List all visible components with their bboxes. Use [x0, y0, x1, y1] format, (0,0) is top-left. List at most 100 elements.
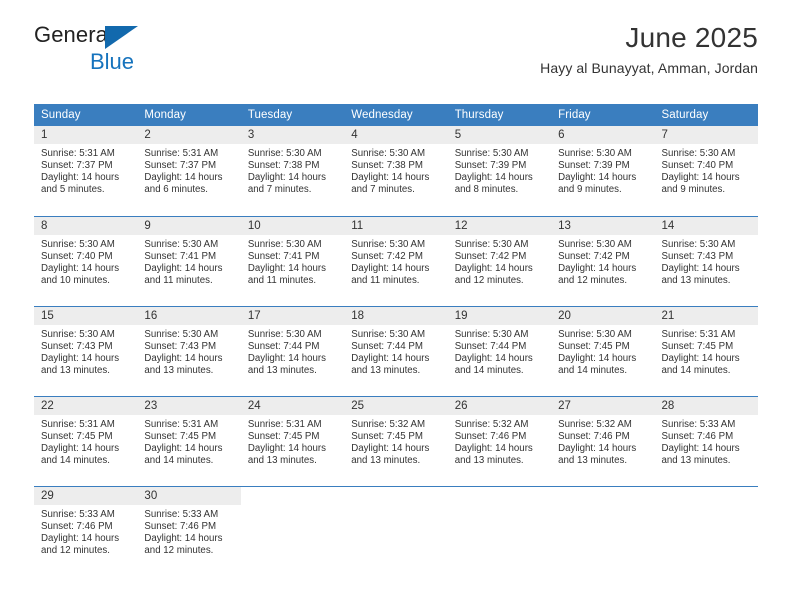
day-cell-content: 19 Sunrise: 5:30 AM Sunset: 7:44 PM Dayligh…	[447, 306, 552, 396]
calendar-day-cell[interactable]: 11 Sunrise: 5:30 AM Sunset: 7:42 PM Dayligh…	[344, 215, 448, 306]
sunrise-time: Sunrise: 5:32 AM	[454, 418, 529, 430]
daylight-duration-line2: and 13 minutes.	[351, 364, 421, 376]
calendar-day-cell[interactable]: 23 Sunrise: 5:31 AM Sunset: 7:45 PM Dayligh…	[137, 395, 241, 486]
calendar-day-cell[interactable]: 2 Sunrise: 5:31 AM Sunset: 7:37 PM Daylight…	[137, 126, 241, 216]
page-header: General Blue June 2025 Hayy al Bunayyat,…	[34, 0, 758, 76]
day-sun-info: Sunrise: 5:30 AM Sunset: 7:39 PM Daylight:…	[551, 144, 654, 196]
calendar-day-cell[interactable]: 18 Sunrise: 5:30 AM Sunset: 7:44 PM Dayligh…	[344, 305, 448, 396]
daylight-duration-line2: and 13 minutes.	[661, 454, 731, 466]
sunrise-time: Sunrise: 5:31 AM	[144, 148, 219, 159]
day-sun-info: Sunrise: 5:30 AM Sunset: 7:44 PM Daylight:…	[241, 325, 344, 377]
day-sun-info: Sunrise: 5:32 AM Sunset: 7:46 PM Daylight:…	[448, 415, 551, 467]
calendar-day-cell[interactable]: 15 Sunrise: 5:30 AM Sunset: 7:43 PM Dayligh…	[34, 305, 138, 396]
sunset-time: Sunset: 7:43 PM	[41, 340, 113, 352]
calendar-day-cell[interactable]: 21 Sunrise: 5:31 AM Sunset: 7:45 PM Dayligh…	[654, 305, 758, 396]
sunrise-time: Sunrise: 5:30 AM	[454, 148, 529, 159]
daylight-duration-line2: and 13 minutes.	[144, 364, 214, 376]
daylight-duration-line1: Daylight: 14 hours	[558, 262, 637, 274]
day-cell-content: 21 Sunrise: 5:31 AM Sunset: 7:45 PM Dayligh…	[654, 306, 758, 396]
sunset-time: Sunset: 7:38 PM	[351, 160, 423, 172]
day-number: 20	[551, 306, 655, 325]
calendar-day-cell[interactable]: 17 Sunrise: 5:30 AM Sunset: 7:44 PM Dayligh…	[240, 305, 345, 396]
day-sun-info	[551, 505, 654, 509]
calendar-day-cell[interactable]: 4 Sunrise: 5:30 AM Sunset: 7:38 PM Daylight…	[344, 126, 448, 216]
day-sun-info	[655, 505, 758, 509]
calendar-day-cell[interactable]: 27 Sunrise: 5:32 AM Sunset: 7:46 PM Dayligh…	[551, 395, 655, 486]
calendar-day-cell[interactable]: 14 Sunrise: 5:30 AM Sunset: 7:43 PM Dayligh…	[654, 215, 758, 306]
month-calendar-table: Sunday Monday Tuesday Wednesday Thursday…	[34, 104, 758, 576]
sunrise-time: Sunrise: 5:30 AM	[351, 328, 426, 340]
day-number: 22	[34, 396, 138, 415]
sunrise-time: Sunrise: 5:30 AM	[41, 238, 115, 250]
day-number: 26	[447, 396, 552, 415]
calendar-day-cell[interactable]: 19 Sunrise: 5:30 AM Sunset: 7:44 PM Dayligh…	[447, 305, 552, 396]
calendar-day-cell[interactable]: 3 Sunrise: 5:30 AM Sunset: 7:38 PM Daylight…	[240, 126, 345, 216]
daylight-duration-line1: Daylight: 14 hours	[144, 262, 223, 274]
day-cell-content: 23 Sunrise: 5:31 AM Sunset: 7:45 PM Dayligh…	[137, 396, 241, 486]
daylight-duration-line1: Daylight: 14 hours	[454, 352, 533, 364]
sunset-time: Sunset: 7:41 PM	[144, 250, 217, 262]
day-number: 6	[551, 126, 655, 144]
sunset-time: Sunset: 7:44 PM	[351, 340, 423, 352]
generalblue-logo[interactable]: General Blue	[34, 24, 264, 80]
calendar-day-cell[interactable]: 1 Sunrise: 5:31 AM Sunset: 7:37 PM Daylight…	[34, 126, 138, 216]
calendar-day-cell[interactable]: 5 Sunrise: 5:30 AM Sunset: 7:39 PM Daylight…	[447, 126, 552, 216]
sunrise-time: Sunrise: 5:33 AM	[661, 418, 736, 430]
day-cell-content: 6 Sunrise: 5:30 AM Sunset: 7:39 PM Daylight…	[551, 126, 655, 216]
calendar-day-cell[interactable]	[551, 485, 655, 576]
day-sun-info: Sunrise: 5:30 AM Sunset: 7:38 PM Daylight:…	[241, 144, 344, 196]
daylight-duration-line2: and 9 minutes.	[558, 184, 622, 196]
sunrise-time: Sunrise: 5:31 AM	[661, 328, 736, 340]
sunrise-time: Sunrise: 5:31 AM	[144, 418, 219, 430]
calendar-day-cell[interactable]: 12 Sunrise: 5:30 AM Sunset: 7:42 PM Dayligh…	[447, 215, 552, 306]
calendar-day-cell[interactable]: 13 Sunrise: 5:30 AM Sunset: 7:42 PM Dayligh…	[551, 215, 655, 306]
day-number	[655, 487, 758, 505]
calendar-day-cell[interactable]: 7 Sunrise: 5:30 AM Sunset: 7:40 PM Daylight…	[654, 126, 758, 216]
sunset-time: Sunset: 7:43 PM	[144, 340, 217, 352]
calendar-day-cell[interactable]	[654, 485, 758, 577]
day-sun-info: Sunrise: 5:33 AM Sunset: 7:46 PM Daylight:…	[137, 505, 240, 557]
calendar-day-cell[interactable]: 30 Sunrise: 5:33 AM Sunset: 7:46 PM Dayligh…	[137, 485, 241, 576]
day-sun-info: Sunrise: 5:30 AM Sunset: 7:42 PM Daylight:…	[551, 235, 654, 287]
calendar-day-cell[interactable]: 26 Sunrise: 5:32 AM Sunset: 7:46 PM Dayligh…	[447, 395, 552, 486]
day-number: 1	[34, 126, 138, 144]
daylight-duration-line1: Daylight: 14 hours	[351, 262, 430, 274]
calendar-day-cell[interactable]	[344, 485, 448, 576]
day-sun-info: Sunrise: 5:30 AM Sunset: 7:42 PM Daylight:…	[448, 235, 551, 287]
calendar-day-cell[interactable]: 28 Sunrise: 5:33 AM Sunset: 7:46 PM Dayligh…	[654, 395, 758, 486]
day-cell-content: 29 Sunrise: 5:33 AM Sunset: 7:46 PM Dayligh…	[34, 486, 138, 577]
daylight-duration-line2: and 13 minutes.	[454, 454, 524, 466]
day-number: 21	[654, 306, 758, 325]
calendar-day-cell[interactable]: 24 Sunrise: 5:31 AM Sunset: 7:45 PM Dayligh…	[240, 395, 345, 486]
calendar-day-cell[interactable]: 8 Sunrise: 5:30 AM Sunset: 7:40 PM Daylight…	[34, 215, 138, 306]
calendar-day-cell[interactable]: 9 Sunrise: 5:30 AM Sunset: 7:41 PM Daylight…	[137, 215, 241, 306]
calendar-day-cell[interactable]: 29 Sunrise: 5:33 AM Sunset: 7:46 PM Dayligh…	[34, 485, 138, 577]
daylight-duration-line2: and 14 minutes.	[144, 454, 214, 466]
daylight-duration-line1: Daylight: 14 hours	[558, 172, 637, 184]
day-sun-info: Sunrise: 5:30 AM Sunset: 7:45 PM Daylight:…	[551, 325, 654, 377]
calendar-day-cell[interactable]: 22 Sunrise: 5:31 AM Sunset: 7:45 PM Dayligh…	[34, 395, 138, 486]
calendar-day-cell[interactable]: 10 Sunrise: 5:30 AM Sunset: 7:41 PM Dayligh…	[240, 215, 345, 306]
weekday-header-saturday: Saturday	[654, 104, 758, 126]
daylight-duration-line2: and 8 minutes.	[454, 184, 519, 196]
daylight-duration-line1: Daylight: 14 hours	[661, 442, 740, 454]
sunset-time: Sunset: 7:40 PM	[41, 250, 113, 262]
sunrise-time: Sunrise: 5:30 AM	[351, 238, 426, 250]
day-cell-content: 27 Sunrise: 5:32 AM Sunset: 7:46 PM Dayligh…	[551, 396, 655, 486]
day-sun-info	[241, 505, 344, 509]
calendar-day-cell[interactable]: 16 Sunrise: 5:30 AM Sunset: 7:43 PM Dayligh…	[137, 305, 241, 396]
calendar-day-cell[interactable]: 25 Sunrise: 5:32 AM Sunset: 7:45 PM Dayligh…	[344, 395, 448, 486]
sunset-time: Sunset: 7:45 PM	[247, 430, 320, 442]
calendar-week-row: 1 Sunrise: 5:31 AM Sunset: 7:37 PM Daylight…	[34, 126, 758, 216]
day-number: 2	[137, 126, 241, 144]
day-cell-content: 1 Sunrise: 5:31 AM Sunset: 7:37 PM Daylight…	[34, 126, 138, 216]
day-sun-info: Sunrise: 5:30 AM Sunset: 7:44 PM Daylight:…	[344, 325, 447, 377]
calendar-day-cell[interactable]: 6 Sunrise: 5:30 AM Sunset: 7:39 PM Daylight…	[551, 126, 655, 216]
day-cell-content	[655, 487, 758, 577]
calendar-day-cell[interactable]	[240, 485, 345, 576]
daylight-duration-line1: Daylight: 14 hours	[558, 442, 637, 454]
calendar-day-cell[interactable]	[447, 485, 552, 576]
daylight-duration-line2: and 12 minutes.	[558, 274, 628, 286]
calendar-day-cell[interactable]: 20 Sunrise: 5:30 AM Sunset: 7:45 PM Dayligh…	[551, 305, 655, 396]
day-number: 27	[551, 396, 655, 415]
